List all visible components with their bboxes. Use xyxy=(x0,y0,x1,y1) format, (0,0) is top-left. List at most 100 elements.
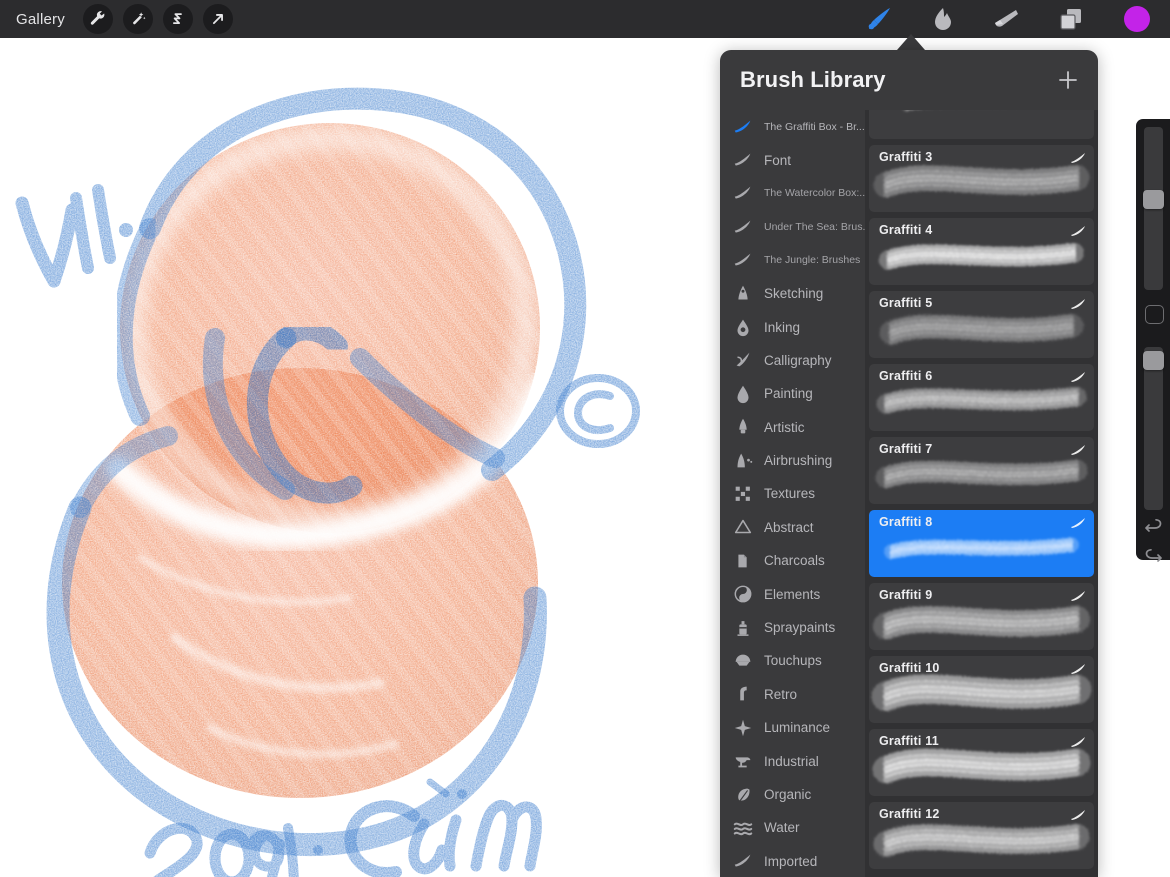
adjustments-button[interactable] xyxy=(123,4,153,34)
brush-row[interactable]: Graffiti 10 xyxy=(869,656,1094,723)
brush-opacity-thumb[interactable] xyxy=(1143,351,1164,370)
brush-name: Graffiti 6 xyxy=(879,369,932,383)
redo-button[interactable] xyxy=(1143,547,1164,568)
brush-category-the-graffiti-box-br[interactable]: The Graffiti Box - Br... xyxy=(720,110,865,143)
brush-category-industrial[interactable]: Industrial xyxy=(720,744,865,777)
brush-category-under-the-sea-brus[interactable]: Under The Sea: Brus... xyxy=(720,210,865,243)
brush-category-label: Sketching xyxy=(764,286,823,301)
brush-name: Graffiti 4 xyxy=(879,223,932,237)
brush-category-label: Artistic xyxy=(764,420,805,435)
brush-list[interactable]: Graffiti 3 Graffiti 4 Graffiti 5 Graffiti 6… xyxy=(865,110,1098,877)
brush-stroke-icon xyxy=(732,249,754,271)
layers-icon xyxy=(1056,6,1086,32)
brush-category-painting[interactable]: Painting xyxy=(720,377,865,410)
eraser-icon xyxy=(992,6,1022,32)
brush-name: Graffiti 10 xyxy=(879,661,940,675)
brush-category-label: Charcoals xyxy=(764,553,825,568)
add-brush-set-button[interactable] xyxy=(1056,68,1080,92)
brush-category-textures[interactable]: Textures xyxy=(720,477,865,510)
brush-stroke-icon xyxy=(1070,516,1086,528)
brush-category-label: Elements xyxy=(764,587,820,602)
transform-button[interactable] xyxy=(203,4,233,34)
brush-category-abstract[interactable]: Abstract xyxy=(720,511,865,544)
brush-stroke-icon xyxy=(1070,735,1086,747)
brush-category-label: The Graffiti Box - Br... xyxy=(764,121,865,133)
brush-category-touchups[interactable]: Touchups xyxy=(720,644,865,677)
brush-row[interactable]: Graffiti 3 xyxy=(869,145,1094,212)
arrow-transform-icon xyxy=(209,10,227,28)
plus-icon xyxy=(1056,68,1080,92)
brush-row-selected[interactable]: Graffiti 8 xyxy=(869,510,1094,577)
brush-category-sketching[interactable]: Sketching xyxy=(720,277,865,310)
brush-category-the-jungle-brushes[interactable]: The Jungle: Brushes xyxy=(720,244,865,277)
brush-category-font[interactable]: Font xyxy=(720,143,865,176)
brush-stroke-icon xyxy=(1070,589,1086,601)
brush-category-label: The Watercolor Box:... xyxy=(764,187,865,199)
brush-category-airbrushing[interactable]: Airbrushing xyxy=(720,444,865,477)
brush-category-label: Industrial xyxy=(764,754,819,769)
brush-size-thumb[interactable] xyxy=(1143,190,1164,209)
brush-row[interactable]: Graffiti 9 xyxy=(869,583,1094,650)
actions-button[interactable] xyxy=(83,4,113,34)
brush-category-label: The Jungle: Brushes xyxy=(764,254,860,266)
brush-row[interactable]: Graffiti 6 xyxy=(869,364,1094,431)
brush-category-luminance[interactable]: Luminance xyxy=(720,711,865,744)
brush-name: Graffiti 11 xyxy=(879,734,939,748)
brush-category-label: Under The Sea: Brus... xyxy=(764,221,865,233)
leaf-icon xyxy=(732,784,754,806)
anvil-icon xyxy=(732,750,754,772)
brush-category-spraypaints[interactable]: Spraypaints xyxy=(720,611,865,644)
brush-category-charcoals[interactable]: Charcoals xyxy=(720,544,865,577)
brush-row[interactable]: Graffiti 11 xyxy=(869,729,1094,796)
brush-category-the-watercolor-box[interactable]: The Watercolor Box:... xyxy=(720,177,865,210)
brush-row[interactable]: Graffiti 4 xyxy=(869,218,1094,285)
brush-category-calligraphy[interactable]: Calligraphy xyxy=(720,344,865,377)
brush-stroke-icon xyxy=(732,216,754,238)
undo-button[interactable] xyxy=(1143,517,1164,538)
yin-yang-icon xyxy=(732,583,754,605)
brush-category-elements[interactable]: Elements xyxy=(720,577,865,610)
retro-icon xyxy=(732,683,754,705)
layers-button[interactable] xyxy=(1054,4,1088,34)
brush-name: Graffiti 7 xyxy=(879,442,932,456)
brush-row[interactable] xyxy=(869,110,1094,139)
erase-button[interactable] xyxy=(990,4,1024,34)
brush-stroke-icon xyxy=(1070,370,1086,382)
brush-category-label: Water xyxy=(764,820,800,835)
color-swatch-button[interactable] xyxy=(1124,6,1150,32)
brush-category-retro[interactable]: Retro xyxy=(720,678,865,711)
brush-category-label: Font xyxy=(764,153,791,168)
brush-category-label: Spraypaints xyxy=(764,620,835,635)
brush-stroke-icon xyxy=(1070,662,1086,674)
procreate-app-window: Gallery xyxy=(0,0,1170,877)
brush-category-artistic[interactable]: Artistic xyxy=(720,411,865,444)
brush-stroke-icon xyxy=(732,182,754,204)
brush-library-header: Brush Library xyxy=(720,50,1098,110)
brush-row[interactable]: Graffiti 12 xyxy=(869,802,1094,869)
pencil-tip-icon xyxy=(732,283,754,305)
brush-stroke-icon xyxy=(732,149,754,171)
brush-category-inking[interactable]: Inking xyxy=(720,310,865,343)
paint-button[interactable] xyxy=(862,4,896,34)
brush-category-label: Calligraphy xyxy=(764,353,832,368)
brush-opacity-slider[interactable] xyxy=(1144,347,1163,510)
triangle-icon xyxy=(732,516,754,538)
brush-category-imported[interactable]: Imported xyxy=(720,845,865,877)
top-toolbar-right-group xyxy=(862,4,1170,34)
brush-name: Graffiti 12 xyxy=(879,807,940,821)
smudge-button[interactable] xyxy=(926,4,960,34)
brush-category-organic[interactable]: Organic xyxy=(720,778,865,811)
brush-stroke-icon xyxy=(1070,224,1086,236)
modify-button[interactable] xyxy=(1145,305,1164,324)
brush-size-slider[interactable] xyxy=(1144,127,1163,290)
brush-category-water[interactable]: Water xyxy=(720,811,865,844)
brush-stroke-icon xyxy=(1070,151,1086,163)
gallery-button[interactable]: Gallery xyxy=(14,9,73,30)
brush-row[interactable]: Graffiti 5 xyxy=(869,291,1094,358)
brush-library-panel: Brush Library The Graffiti Box - Br... Fo… xyxy=(720,50,1098,877)
selection-button[interactable] xyxy=(163,4,193,34)
brush-category-label: Retro xyxy=(764,687,797,702)
brush-category-list[interactable]: The Graffiti Box - Br... Font The Watercol… xyxy=(720,110,865,877)
brush-category-label: Textures xyxy=(764,486,815,501)
brush-row[interactable]: Graffiti 7 xyxy=(869,437,1094,504)
